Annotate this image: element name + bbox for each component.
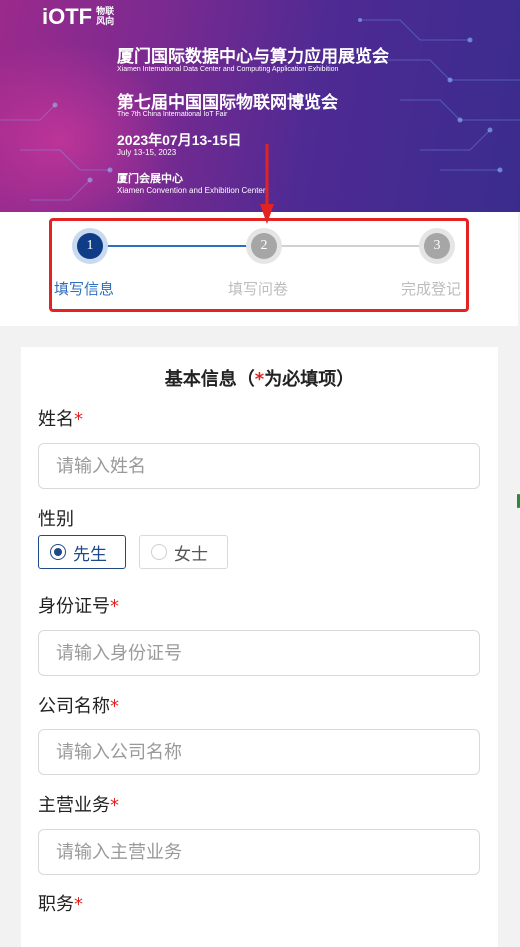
form-title: 基本信息（*为必填项） [21,365,498,391]
banner-title-en-1: Xiamen International Data Center and Com… [117,66,339,73]
company-label-text: 公司名称 [38,696,110,717]
company-input[interactable] [38,729,480,775]
required-star: * [74,409,83,430]
gender-option-female-label: 女士 [174,544,208,565]
name-input[interactable] [38,443,480,489]
id-number-label: 身份证号* [38,592,119,618]
gender-option-male-label: 先生 [73,544,107,565]
step-3-number: 3 [424,233,450,259]
banner-title-en-2: The 7th China International IoT Fair [117,111,228,118]
banner-title-zh-2: 第七届中国国际物联网博览会 [117,93,338,113]
exhibition-banner: iOTF 物联风向 厦门国际数据中心与算力应用展览会 Xiamen Intern… [0,0,520,212]
gender-option-female[interactable]: 女士 [139,535,228,569]
step-2-indicator: 2 [246,228,282,264]
business-label-text: 主营业务 [38,795,110,816]
step-connector-pending [264,245,437,247]
step-2-label: 填写问卷 [228,280,289,298]
radio-unchecked-icon [151,544,167,560]
required-star: * [254,369,265,390]
gender-option-male[interactable]: 先生 [38,535,126,569]
banner-venue-en: Xiamen Convention and Exhibition Center [117,186,266,195]
logo-main-text: iOTF [42,4,93,29]
form-title-suffix: 为必填项） [264,369,355,390]
position-label: 职务* [38,890,83,916]
id-number-input[interactable] [38,630,480,676]
step-3-label: 完成登记 [401,280,462,298]
required-star: * [110,696,119,717]
basic-info-form: 基本信息（*为必填项） 姓名* 性别 先生 女士 身份证号* 公司名称* 主营业… [21,347,498,947]
position-label-text: 职务 [38,894,74,915]
business-label: 主营业务* [38,791,119,817]
required-star: * [110,596,119,617]
company-label: 公司名称* [38,692,119,718]
step-1-number: 1 [77,233,103,259]
progress-steps: 1 2 3 填写信息 填写问卷 完成登记 [0,212,518,326]
step-2-number: 2 [251,233,277,259]
gender-label: 性别 [38,509,74,530]
name-label-text: 姓名 [38,409,74,430]
business-input[interactable] [38,829,480,875]
required-star: * [74,894,83,915]
logo-sub-text: 物联风向 [96,7,115,27]
banner-date-en: July 13-15, 2023 [117,148,177,157]
step-1-label: 填写信息 [54,280,115,298]
step-1-indicator: 1 [72,228,108,264]
id-number-label-text: 身份证号 [38,596,110,617]
step-connector-completed [90,245,264,247]
required-star: * [110,795,119,816]
iotf-logo: iOTF 物联风向 [42,4,120,30]
step-3-indicator: 3 [419,228,455,264]
name-label: 姓名* [38,405,83,431]
banner-date-zh: 2023年07月13-15日 [117,132,242,148]
radio-checked-icon [50,544,66,560]
banner-title-zh-1: 厦门国际数据中心与算力应用展览会 [117,47,389,67]
form-title-prefix: 基本信息（ [164,369,255,390]
banner-venue-zh: 厦门会展中心 [117,172,183,185]
